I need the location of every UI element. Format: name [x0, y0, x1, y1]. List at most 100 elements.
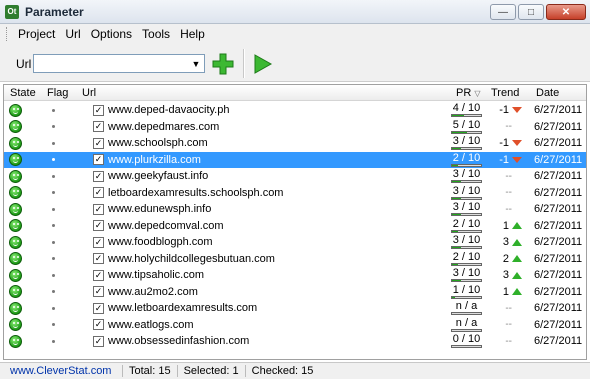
- row-checkbox[interactable]: ✓: [93, 170, 104, 182]
- table-row[interactable]: ✓ www.depedcomval.com 2 / 10 1 6/27/2011: [4, 218, 586, 235]
- pagerank-value: 3 / 10: [452, 234, 481, 246]
- pagerank-value: n / a: [455, 300, 478, 312]
- trend-cell: -1: [492, 102, 522, 118]
- row-checkbox[interactable]: ✓: [93, 203, 104, 215]
- menu-help[interactable]: Help: [175, 27, 210, 41]
- chevron-down-icon[interactable]: ▼: [188, 55, 204, 72]
- row-checkbox-cell[interactable]: ✓: [93, 300, 104, 316]
- pagerank-bar-fill: [452, 214, 461, 215]
- row-checkbox-cell[interactable]: ✓: [93, 168, 104, 184]
- pagerank-value: 3 / 10: [452, 168, 481, 180]
- row-checkbox[interactable]: ✓: [93, 121, 104, 132]
- table-row[interactable]: ✓ www.geekyfaust.info 3 / 10 -- 6/27/2011: [4, 168, 586, 185]
- row-checkbox-cell[interactable]: ✓: [93, 284, 104, 300]
- table-row[interactable]: ✓ www.deped-davaocity.ph 4 / 10 -1 6/27/2011: [4, 102, 586, 119]
- row-checkbox-cell[interactable]: ✓: [93, 152, 104, 168]
- add-url-button[interactable]: [209, 51, 237, 77]
- pagerank-cell: 3 / 10: [451, 135, 482, 151]
- row-checkbox[interactable]: ✓: [93, 104, 104, 116]
- row-checkbox[interactable]: ✓: [93, 187, 104, 198]
- row-checkbox[interactable]: ✓: [93, 302, 104, 314]
- table-row[interactable]: ✓ www.edunewsph.info 3 / 10 -- 6/27/2011: [4, 201, 586, 218]
- minimize-button[interactable]: —: [490, 4, 516, 20]
- pagerank-bar-fill: [452, 247, 461, 248]
- url-table: State Flag Url PR ▽ Trend Date ✓ www.depe…: [3, 84, 587, 360]
- column-flag[interactable]: Flag: [47, 87, 68, 99]
- pagerank-bar: [451, 114, 482, 117]
- pagerank-bar: [451, 163, 482, 167]
- table-row[interactable]: ✓ www.tipsaholic.com 3 / 10 3 6/27/2011: [4, 267, 586, 284]
- row-checkbox[interactable]: ✓: [93, 269, 104, 281]
- row-checkbox-cell[interactable]: ✓: [93, 135, 104, 151]
- row-checkbox[interactable]: ✓: [93, 236, 104, 248]
- column-trend[interactable]: Trend: [491, 87, 519, 99]
- row-checkbox-cell[interactable]: ✓: [93, 333, 104, 349]
- flag-cell: [52, 284, 55, 300]
- row-checkbox[interactable]: ✓: [93, 220, 104, 231]
- url-cell: www.au2mo2.com: [108, 285, 198, 298]
- date-cell: 6/27/2011: [534, 269, 583, 281]
- menu-bar: Project Url Options Tools Help: [0, 24, 590, 44]
- column-date[interactable]: Date: [536, 87, 559, 99]
- table-row[interactable]: ✓ www.foodblogph.com 3 / 10 3 6/27/2011: [4, 234, 586, 251]
- row-checkbox-cell[interactable]: ✓: [93, 317, 104, 333]
- url-cell: letboardexamresults.schoolsph.com: [108, 186, 284, 199]
- row-checkbox[interactable]: ✓: [93, 286, 104, 297]
- trend-cell: --: [492, 185, 522, 201]
- row-checkbox-cell[interactable]: ✓: [93, 119, 104, 135]
- maximize-button[interactable]: □: [518, 4, 544, 20]
- table-row[interactable]: ✓ www.eatlogs.com n / a -- 6/27/2011: [4, 317, 586, 334]
- row-checkbox-cell[interactable]: ✓: [93, 102, 104, 118]
- row-checkbox[interactable]: ✓: [93, 253, 104, 264]
- table-row[interactable]: ✓ www.plurkzilla.com 2 / 10 -1 6/27/2011: [4, 151, 586, 168]
- row-checkbox[interactable]: ✓: [93, 335, 104, 347]
- url-input[interactable]: [34, 55, 188, 72]
- menu-tools[interactable]: Tools: [137, 27, 175, 41]
- pagerank-cell: 3 / 10: [451, 168, 482, 184]
- table-row[interactable]: ✓ www.holychildcollegesbutuan.com 2 / 10 2 6…: [4, 251, 586, 268]
- table-row[interactable]: ✓ www.au2mo2.com 1 / 10 1 6/27/2011: [4, 284, 586, 301]
- flag-icon: [52, 207, 55, 211]
- table-row[interactable]: ✓ www.schoolsph.com 3 / 10 -1 6/27/2011: [4, 135, 586, 152]
- row-checkbox-cell[interactable]: ✓: [93, 201, 104, 217]
- column-pr-label: PR: [456, 87, 472, 99]
- pagerank-bar-fill: [452, 280, 461, 281]
- pagerank-bar: [451, 345, 482, 348]
- pagerank-bar-fill: [452, 164, 458, 166]
- menu-options[interactable]: Options: [86, 27, 137, 41]
- menu-project[interactable]: Project: [13, 27, 60, 41]
- table-row[interactable]: ✓ www.letboardexamresults.com n / a -- 6/27/…: [4, 300, 586, 317]
- menu-url[interactable]: Url: [60, 27, 85, 41]
- column-state[interactable]: State: [10, 87, 36, 99]
- url-combobox[interactable]: ▼: [33, 54, 205, 73]
- trend-cell: --: [492, 333, 522, 349]
- row-checkbox[interactable]: ✓: [93, 319, 104, 330]
- pagerank-bar: [451, 262, 482, 266]
- flag-icon: [52, 306, 55, 310]
- close-button[interactable]: ✕: [546, 4, 586, 20]
- state-ok-icon: [9, 136, 22, 150]
- row-checkbox[interactable]: ✓: [93, 154, 104, 165]
- no-trend-dash: --: [505, 187, 512, 198]
- check-pr-button[interactable]: [249, 51, 275, 77]
- pagerank-value: 4 / 10: [452, 102, 481, 114]
- table-row[interactable]: ✓ www.depedmares.com 5 / 10 -- 6/27/2011: [4, 119, 586, 136]
- row-checkbox-cell[interactable]: ✓: [93, 267, 104, 283]
- column-pr[interactable]: PR ▽: [456, 87, 481, 99]
- app-icon: Ot: [5, 4, 19, 19]
- window-title: Parameter: [25, 4, 84, 19]
- trend-cell: --: [492, 317, 522, 333]
- url-cell: www.depedcomval.com: [108, 219, 224, 232]
- table-row[interactable]: ✓ www.obsessedinfashion.com 0 / 10 -- 6/27/2…: [4, 333, 586, 350]
- row-checkbox-cell[interactable]: ✓: [93, 185, 104, 201]
- column-url[interactable]: Url: [82, 87, 96, 99]
- state-cell: [9, 201, 22, 217]
- website-link[interactable]: www.CleverStat.com: [0, 365, 122, 377]
- table-row[interactable]: ✓ letboardexamresults.schoolsph.com 3 / 10…: [4, 185, 586, 202]
- row-checkbox[interactable]: ✓: [93, 137, 104, 149]
- row-checkbox-cell[interactable]: ✓: [93, 251, 104, 267]
- row-checkbox-cell[interactable]: ✓: [93, 234, 104, 250]
- row-checkbox-cell[interactable]: ✓: [93, 218, 104, 234]
- pagerank-bar: [451, 229, 482, 233]
- trend-up-icon: [512, 222, 522, 229]
